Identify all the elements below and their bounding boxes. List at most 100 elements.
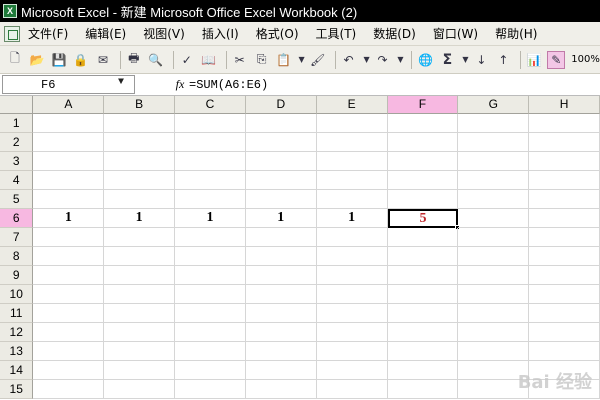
row-header-3[interactable]: 3 — [0, 152, 34, 171]
cell-b13[interactable] — [104, 342, 176, 361]
cell-a13[interactable] — [33, 342, 105, 361]
cell-c14[interactable] — [175, 361, 246, 380]
cell-a11[interactable] — [33, 304, 105, 323]
cell-f1[interactable] — [387, 114, 459, 133]
menu-format[interactable]: 格式(O) — [256, 25, 299, 42]
cell-g7[interactable] — [458, 228, 530, 247]
cell-b3[interactable] — [104, 152, 176, 171]
cell-h13[interactable] — [529, 342, 600, 361]
cell-f4[interactable] — [387, 171, 459, 190]
new-icon[interactable]: 🗋 — [6, 51, 24, 69]
cell-a6[interactable]: 1 — [33, 209, 105, 228]
permission-icon[interactable]: 🔒 — [72, 51, 90, 69]
cell-a8[interactable] — [33, 247, 105, 266]
cell-d8[interactable] — [245, 247, 317, 266]
cell-g6[interactable] — [458, 209, 530, 228]
cell-a14[interactable] — [33, 361, 105, 380]
cell-e9[interactable] — [316, 266, 388, 285]
cell-d3[interactable] — [245, 152, 317, 171]
cell-d11[interactable] — [245, 304, 317, 323]
cell-f8[interactable] — [387, 247, 459, 266]
chart-wizard-icon[interactable]: 📊 — [525, 51, 543, 69]
cell-g5[interactable] — [458, 190, 530, 209]
cell-h10[interactable] — [529, 285, 600, 304]
cell-e8[interactable] — [316, 247, 388, 266]
cell-f3[interactable] — [387, 152, 459, 171]
cell-g9[interactable] — [458, 266, 530, 285]
cell-d10[interactable] — [245, 285, 317, 304]
cell-h1[interactable] — [529, 114, 600, 133]
cell-h5[interactable] — [529, 190, 600, 209]
save-icon[interactable]: 💾 — [50, 51, 68, 69]
cell-g11[interactable] — [458, 304, 530, 323]
cell-d4[interactable] — [245, 171, 317, 190]
cell-c10[interactable] — [175, 285, 246, 304]
cell-a1[interactable] — [33, 114, 105, 133]
menu-edit[interactable]: 编辑(E) — [85, 25, 126, 42]
workbook-icon[interactable] — [4, 25, 20, 42]
cell-d6[interactable]: 1 — [245, 209, 317, 228]
menu-help[interactable]: 帮助(H) — [495, 25, 537, 42]
cell-c13[interactable] — [175, 342, 246, 361]
cell-c4[interactable] — [175, 171, 246, 190]
cell-f5[interactable] — [387, 190, 459, 209]
autosum-dropdown-icon[interactable]: ▼ — [460, 51, 470, 69]
cell-c3[interactable] — [175, 152, 246, 171]
cell-a12[interactable] — [33, 323, 105, 342]
menu-tools[interactable]: 工具(T) — [316, 25, 357, 42]
cell-e12[interactable] — [316, 323, 388, 342]
cell-h4[interactable] — [529, 171, 600, 190]
excel-app-icon[interactable]: X — [3, 4, 17, 18]
row-header-11[interactable]: 11 — [0, 304, 34, 323]
row-header-13[interactable]: 13 — [0, 342, 34, 361]
cell-c8[interactable] — [175, 247, 246, 266]
cell-f11[interactable] — [387, 304, 459, 323]
select-all-corner[interactable] — [0, 96, 34, 114]
column-header-c[interactable]: C — [175, 96, 246, 114]
formula-input[interactable]: =SUM(A6:E6) — [189, 78, 268, 92]
cell-a10[interactable] — [33, 285, 105, 304]
cell-f2[interactable] — [387, 133, 459, 152]
cell-b15[interactable] — [104, 380, 176, 399]
row-header-5[interactable]: 5 — [0, 190, 34, 209]
menu-window[interactable]: 窗口(W) — [433, 25, 478, 42]
cell-h8[interactable] — [529, 247, 600, 266]
cell-b12[interactable] — [104, 323, 176, 342]
cell-b8[interactable] — [104, 247, 176, 266]
cell-d5[interactable] — [245, 190, 317, 209]
cell-d7[interactable] — [245, 228, 317, 247]
cell-g8[interactable] — [458, 247, 530, 266]
cell-c1[interactable] — [175, 114, 246, 133]
cell-c6[interactable]: 1 — [175, 209, 246, 228]
cell-e15[interactable] — [316, 380, 388, 399]
cell-g13[interactable] — [458, 342, 530, 361]
cell-f13[interactable] — [387, 342, 459, 361]
row-header-9[interactable]: 9 — [0, 266, 34, 285]
name-box[interactable]: F6 ▼ — [2, 75, 135, 94]
cell-f10[interactable] — [387, 285, 459, 304]
print-preview-icon[interactable]: 🔍 — [147, 51, 165, 69]
cell-b11[interactable] — [104, 304, 176, 323]
copy-icon[interactable]: ⎘ — [253, 51, 271, 69]
cell-a2[interactable] — [33, 133, 105, 152]
cell-e14[interactable] — [316, 361, 388, 380]
row-header-2[interactable]: 2 — [0, 133, 34, 152]
cell-a4[interactable] — [33, 171, 105, 190]
hyperlink-icon[interactable]: 🌐 — [416, 51, 434, 69]
row-header-12[interactable]: 12 — [0, 323, 34, 342]
cell-e2[interactable] — [316, 133, 388, 152]
cell-d12[interactable] — [245, 323, 317, 342]
cell-b6[interactable]: 1 — [104, 209, 176, 228]
cell-b10[interactable] — [104, 285, 176, 304]
cell-h7[interactable] — [529, 228, 600, 247]
column-header-f[interactable]: F — [387, 96, 459, 114]
cell-f6[interactable]: 5 — [387, 209, 461, 230]
menu-view[interactable]: 视图(V) — [143, 25, 185, 42]
row-header-6[interactable]: 6 — [0, 209, 34, 228]
print-icon[interactable]: 🖶 — [125, 51, 143, 69]
research-icon[interactable]: 📖 — [200, 51, 218, 69]
chevron-down-icon[interactable]: ▼ — [118, 77, 124, 88]
cell-f15[interactable] — [387, 380, 459, 399]
cell-d9[interactable] — [245, 266, 317, 285]
cell-a5[interactable] — [33, 190, 105, 209]
